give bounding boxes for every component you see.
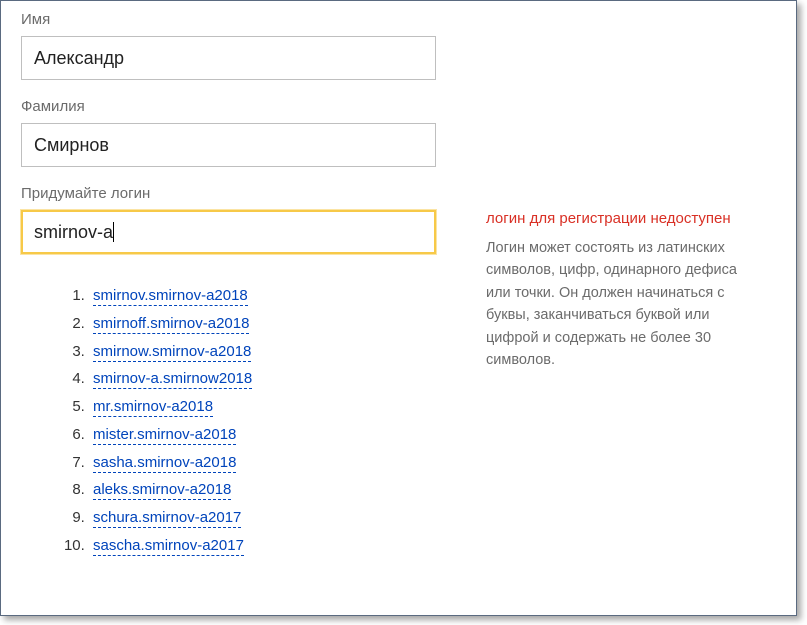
login-suggestion-link[interactable]: sascha.smirnov-a2017 <box>93 537 244 556</box>
text-caret <box>113 222 114 242</box>
list-item: mr.smirnov-a2018 <box>89 393 456 421</box>
list-item: schura.smirnov-a2017 <box>89 504 456 532</box>
registration-panel: Имя Фамилия Придумайте логин smirnov-a s… <box>0 0 797 616</box>
last-name-label: Фамилия <box>21 98 776 115</box>
list-item: smirnow.smirnov-a2018 <box>89 338 456 366</box>
login-suggestions: smirnov.smirnov-a2018 smirnoff.smirnov-a… <box>61 282 456 560</box>
login-suggestion-link[interactable]: mr.smirnov-a2018 <box>93 398 213 417</box>
list-item: smirnov.smirnov-a2018 <box>89 282 456 310</box>
login-error-pane: логин для регистрации недоступен Логин м… <box>486 210 776 372</box>
first-name-input[interactable] <box>21 36 436 80</box>
login-suggestion-link[interactable]: smirnov-a.smirnow2018 <box>93 370 252 389</box>
last-name-input[interactable] <box>21 123 436 167</box>
form-area: Имя Фамилия Придумайте логин smirnov-a s… <box>1 1 796 580</box>
list-item: mister.smirnov-a2018 <box>89 421 456 449</box>
login-input[interactable]: smirnov-a <box>21 210 436 254</box>
list-item: aleks.smirnov-a2018 <box>89 476 456 504</box>
login-input-value: smirnov-a <box>34 222 113 242</box>
login-suggestion-link[interactable]: smirnoff.smirnov-a2018 <box>93 315 249 334</box>
login-suggestion-link[interactable]: smirnow.smirnov-a2018 <box>93 343 251 362</box>
login-group: Придумайте логин smirnov-a smirnov.smirn… <box>21 185 776 560</box>
login-suggestion-link[interactable]: schura.smirnov-a2017 <box>93 509 241 528</box>
first-name-group: Имя <box>21 11 776 80</box>
list-item: smirnov-a.smirnow2018 <box>89 365 456 393</box>
login-suggestion-link[interactable]: smirnov.smirnov-a2018 <box>93 287 248 306</box>
suggestions-list: smirnov.smirnov-a2018 smirnoff.smirnov-a… <box>61 282 456 560</box>
login-label: Придумайте логин <box>21 185 776 202</box>
login-suggestion-link[interactable]: aleks.smirnov-a2018 <box>93 481 231 500</box>
last-name-group: Фамилия <box>21 98 776 167</box>
login-error-title: логин для регистрации недоступен <box>486 210 758 227</box>
login-hint-text: Логин может состоять из латинских символ… <box>486 237 758 372</box>
first-name-label: Имя <box>21 11 776 28</box>
list-item: sasha.smirnov-a2018 <box>89 449 456 477</box>
list-item: sascha.smirnov-a2017 <box>89 532 456 560</box>
list-item: smirnoff.smirnov-a2018 <box>89 310 456 338</box>
login-suggestion-link[interactable]: mister.smirnov-a2018 <box>93 426 236 445</box>
login-suggestion-link[interactable]: sasha.smirnov-a2018 <box>93 454 236 473</box>
